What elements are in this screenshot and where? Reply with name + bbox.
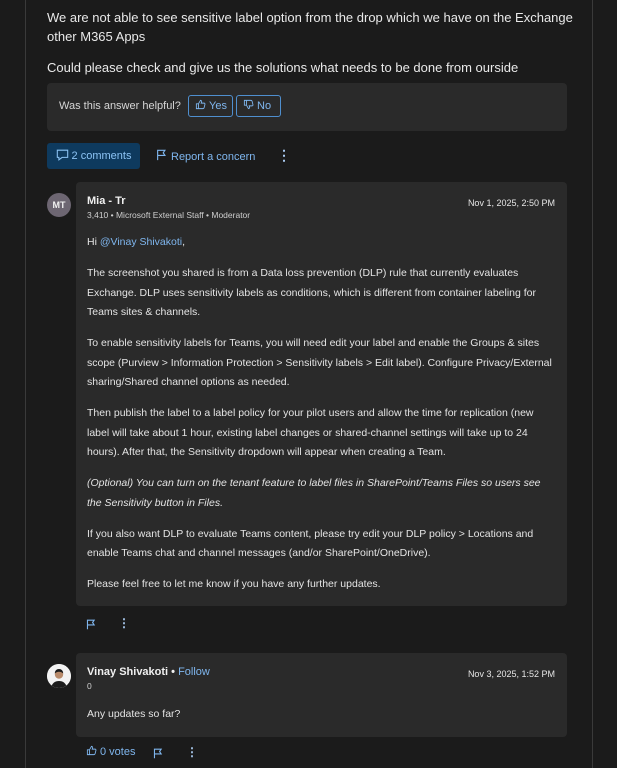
comment-paragraph: The screenshot you shared is from a Data… bbox=[87, 267, 537, 318]
helpful-panel: Was this answer helpful? Yes No bbox=[47, 83, 567, 131]
comments-button[interactable]: 2 comments bbox=[47, 143, 140, 169]
report-label: Report a concern bbox=[171, 150, 256, 163]
comments-label: 2 comments bbox=[71, 150, 132, 162]
question-body: We are not able to see sensitive label o… bbox=[47, 8, 577, 89]
question-paragraph: Could please check and give us the solut… bbox=[47, 60, 519, 75]
thumbs-down-icon bbox=[243, 99, 257, 113]
comment-paragraph: To enable sensitivity labels for Teams, … bbox=[87, 337, 552, 388]
comment-date: Nov 3, 2025, 1:52 PM bbox=[467, 669, 555, 679]
comment-author[interactable]: Mia - Tr bbox=[87, 195, 126, 207]
more-vertical-icon[interactable]: ⋮ bbox=[277, 147, 291, 164]
comment-author: Vinay Shivakoti • Follow bbox=[87, 666, 210, 678]
more-vertical-icon[interactable]: ⋮ bbox=[186, 745, 198, 759]
comment-paragraph: If you also want DLP to evaluate Teams c… bbox=[87, 527, 534, 560]
flag-icon[interactable] bbox=[86, 617, 96, 635]
thumbs-up-icon bbox=[195, 99, 209, 113]
vote-button[interactable]: 0 votes bbox=[86, 745, 135, 759]
comment-paragraph-optional: (Optional) You can turn on the tenant fe… bbox=[87, 477, 541, 509]
right-rail bbox=[592, 0, 593, 768]
comment-icon bbox=[56, 149, 72, 164]
avatar[interactable]: MT bbox=[47, 193, 71, 217]
yes-label: Yes bbox=[209, 100, 227, 112]
report-concern-link[interactable]: Report a concern bbox=[156, 149, 255, 164]
comment-paragraph: Then publish the label to a label policy… bbox=[87, 407, 534, 458]
comment-author-meta: 3,410 • Microsoft External Staff • Moder… bbox=[87, 210, 251, 220]
user-mention-link[interactable]: @Vinay Shivakoti bbox=[100, 236, 182, 248]
helpful-label: Was this answer helpful? bbox=[59, 100, 181, 112]
greeting-text: Hi bbox=[87, 236, 100, 248]
greeting-punctuation: , bbox=[182, 236, 186, 248]
question-paragraph: We are not able to see sensitive label o… bbox=[47, 10, 573, 44]
votes-label: 0 votes bbox=[100, 746, 136, 758]
follow-link[interactable]: Follow bbox=[178, 666, 210, 678]
comment-actions: ⋮ bbox=[86, 616, 146, 632]
author-separator: • bbox=[168, 666, 179, 678]
answer-actions: 2 comments Report a concern ⋮ bbox=[47, 143, 567, 169]
comment-paragraph: Any updates so far? bbox=[87, 708, 181, 720]
more-vertical-icon[interactable]: ⋮ bbox=[118, 616, 130, 630]
no-button[interactable]: No bbox=[236, 95, 281, 117]
left-rail bbox=[25, 0, 26, 768]
comment-actions: 0 votes ⋮ bbox=[86, 745, 216, 761]
flag-icon[interactable] bbox=[153, 746, 163, 764]
comment-author-name[interactable]: Vinay Shivakoti bbox=[87, 666, 168, 678]
comment-body: Any updates so far? bbox=[87, 705, 557, 736]
comment-author-meta: 0 bbox=[87, 681, 92, 691]
no-label: No bbox=[257, 100, 272, 112]
comment-paragraph: Please feel free to let me know if you h… bbox=[87, 578, 381, 590]
flag-icon bbox=[156, 149, 171, 164]
avatar[interactable] bbox=[47, 664, 71, 688]
thumbs-up-icon bbox=[86, 745, 100, 759]
comment-date: Nov 1, 2025, 2:50 PM bbox=[467, 198, 555, 208]
comment-card: Vinay Shivakoti • Follow 0 Nov 3, 2025, … bbox=[76, 653, 567, 737]
yes-button[interactable]: Yes bbox=[188, 95, 233, 117]
comment-greeting: Hi @Vinay Shivakoti, bbox=[87, 233, 557, 253]
comment-body: Hi @Vinay Shivakoti, The screenshot you … bbox=[87, 233, 557, 606]
comment-card: Mia - Tr 3,410 • Microsoft External Staf… bbox=[76, 182, 567, 606]
